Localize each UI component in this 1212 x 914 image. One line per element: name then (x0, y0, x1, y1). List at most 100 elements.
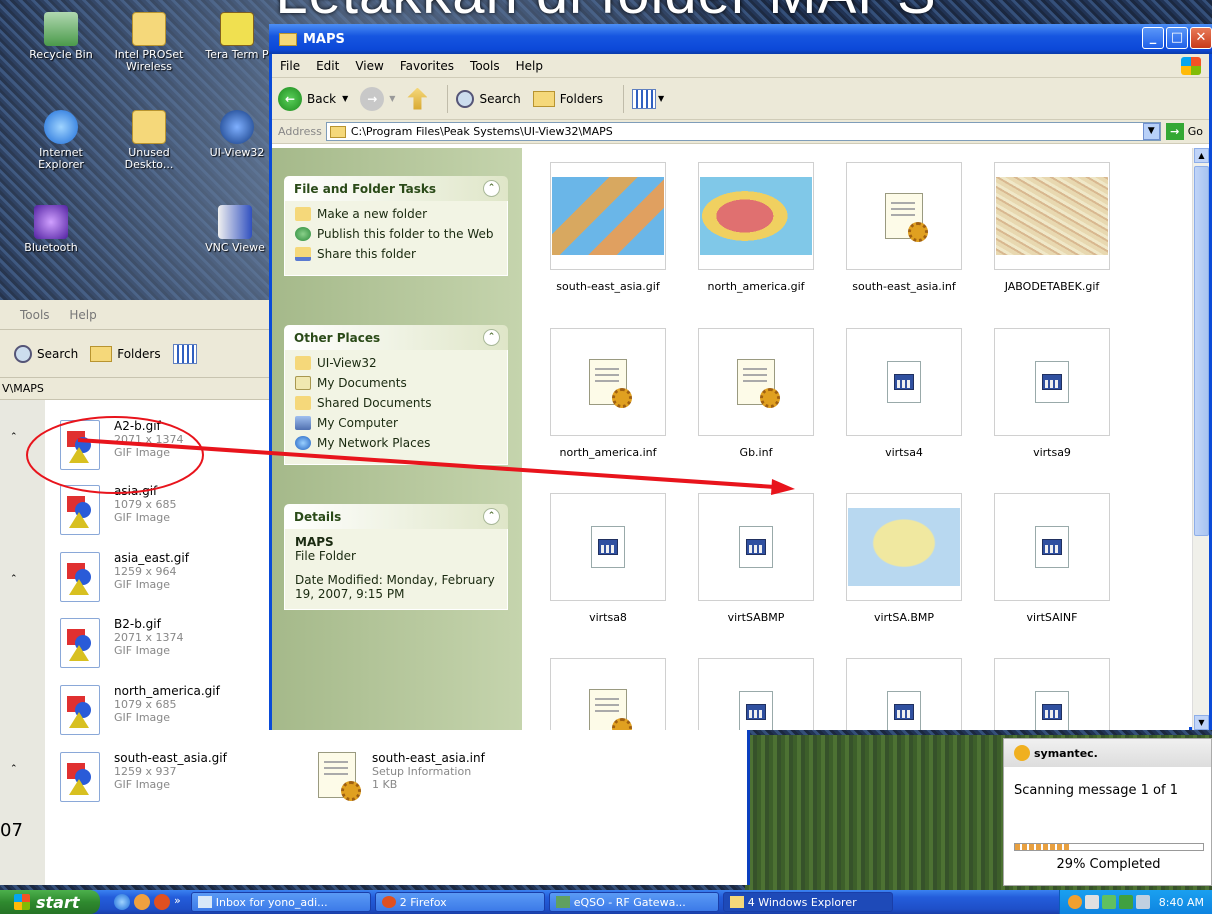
ie-icon[interactable] (114, 894, 130, 910)
collapse-icon[interactable]: ⌃ (483, 329, 500, 346)
file-item[interactable]: virtSA.BMP (834, 493, 974, 624)
window-title: MAPS (303, 31, 345, 47)
file-item[interactable]: virtSAINF (982, 493, 1122, 624)
file-type: GIF Image (114, 578, 171, 591)
menu-tools[interactable]: Tools (470, 59, 500, 73)
chevron-up-icon[interactable]: ⌃ (10, 432, 18, 442)
back-menu-help[interactable]: Help (69, 308, 96, 322)
forward-button[interactable]: → ▼ (360, 86, 395, 111)
address-dropdown[interactable]: ▼ (1142, 123, 1160, 140)
place-my-documents[interactable]: My Documents (295, 376, 499, 390)
back-folders-button[interactable]: Folders (90, 345, 161, 362)
address-field[interactable]: C:\Program Files\Peak Systems\UI-View32\… (325, 122, 1161, 141)
start-button[interactable]: start (0, 890, 100, 914)
place-network[interactable]: My Network Places (295, 436, 499, 450)
file-item[interactable]: virtsa8 (538, 493, 678, 624)
file-item[interactable]: Gb.inf (686, 328, 826, 459)
file-item[interactable] (982, 658, 1122, 730)
tray-icon[interactable] (1084, 895, 1099, 909)
scroll-thumb[interactable] (1194, 166, 1209, 536)
file-folder-tasks-panel: File and Folder Tasks ⌃ Make a new folde… (284, 176, 508, 276)
collapse-icon[interactable]: ⌃ (483, 180, 500, 197)
file-item[interactable] (834, 658, 974, 730)
menu-edit[interactable]: Edit (316, 59, 339, 73)
tray-icon[interactable] (1135, 895, 1150, 909)
task-inbox[interactable]: Inbox for yono_adi... (190, 892, 371, 912)
back-file-item[interactable]: A2-b.gif 2071 x 1374 GIF Image (60, 420, 184, 472)
desktop-icon-internet-explorer[interactable]: Internet Explorer (22, 110, 100, 171)
collapse-icon[interactable]: ⌃ (483, 508, 500, 525)
firefox-icon[interactable] (154, 894, 170, 910)
desktop-icon-vnc-viewer[interactable]: VNC Viewe (196, 205, 274, 254)
file-item[interactable]: virtSABMP (686, 493, 826, 624)
panel-header[interactable]: Details ⌃ (284, 504, 508, 529)
file-name: south-east_asia.inf (372, 751, 485, 765)
place-ui-view32[interactable]: UI-View32 (295, 356, 499, 370)
desktop-icon-recycle-bin[interactable]: Recycle Bin (22, 12, 100, 61)
search-icon (456, 89, 475, 108)
menu-help[interactable]: Help (516, 59, 543, 73)
address-label: Address (278, 125, 322, 138)
desktop-icon-ui-view32[interactable]: UI-View32 (198, 110, 276, 159)
file-item[interactable] (538, 658, 678, 730)
place-shared-documents[interactable]: Shared Documents (295, 396, 499, 410)
chevron-up-icon[interactable]: ⌃ (10, 764, 18, 774)
clock[interactable]: 8:40 AM (1159, 896, 1204, 909)
file-item[interactable]: JABODETABEK.gif (982, 162, 1122, 293)
file-item[interactable]: virtsa4 (834, 328, 974, 459)
search-button[interactable]: Search (456, 89, 521, 108)
back-file-item[interactable]: north_america.gif 1079 x 685 GIF Image (60, 685, 220, 737)
back-menu-tools[interactable]: Tools (20, 308, 50, 322)
place-my-computer[interactable]: My Computer (295, 416, 499, 430)
menu-view[interactable]: View (355, 59, 383, 73)
window-titlebar[interactable]: MAPS _ □ ✕ (269, 24, 1212, 54)
folders-button[interactable]: Folders (532, 90, 603, 107)
file-item[interactable]: virtsa9 (982, 328, 1122, 459)
tray-icon[interactable] (1101, 895, 1116, 909)
chevron-up-icon[interactable]: ⌃ (10, 574, 18, 584)
task-make-folder[interactable]: Make a new folder (295, 207, 499, 221)
file-name: north_america.gif (114, 684, 220, 698)
file-item[interactable]: north_america.inf (538, 328, 678, 459)
bitmap-icon (1035, 361, 1069, 403)
task-firefox[interactable]: 2 Firefox (374, 892, 545, 912)
outlook-icon[interactable] (134, 894, 150, 910)
views-icon[interactable] (172, 343, 197, 364)
panel-header[interactable]: File and Folder Tasks ⌃ (284, 176, 508, 201)
up-button[interactable] (407, 87, 428, 110)
go-button[interactable]: → Go (1165, 123, 1203, 140)
menu-file[interactable]: File (280, 59, 300, 73)
back-file-item[interactable]: asia_east.gif 1259 x 964 GIF Image (60, 552, 189, 604)
file-item[interactable]: south-east_asia.gif (538, 162, 678, 293)
task-eqso[interactable]: eQSO - RF Gatewa... (548, 892, 719, 912)
menu-favorites[interactable]: Favorites (400, 59, 454, 73)
tray-icon[interactable] (1118, 895, 1133, 909)
file-item[interactable]: south-east_asia.inf (834, 162, 974, 293)
back-file-item[interactable]: B2-b.gif 2071 x 1374 GIF Image (60, 618, 184, 670)
desktop-icon-unused-desktop[interactable]: Unused Deskto... (110, 110, 188, 171)
views-button[interactable]: ▼ (632, 88, 664, 109)
back-button[interactable]: ← Back ▼ (278, 86, 348, 111)
desktop-icon-intel-proset[interactable]: Intel PROSet Wireless (110, 12, 188, 73)
panel-header[interactable]: Other Places ⌃ (284, 325, 508, 350)
back-file-item[interactable]: south-east_asia.inf Setup Information 1 … (318, 752, 485, 804)
back-file-item[interactable]: south-east_asia.gif 1259 x 937 GIF Image (60, 752, 227, 804)
file-item[interactable]: north_america.gif (686, 162, 826, 293)
maximize-button[interactable]: □ (1166, 27, 1188, 49)
task-windows-explorer[interactable]: 4 Windows Explorer (722, 892, 893, 912)
desktop-icon-tera-term[interactable]: Tera Term P (198, 12, 276, 61)
close-button[interactable]: ✕ (1190, 27, 1212, 49)
scroll-up-icon[interactable]: ▲ (1194, 148, 1209, 163)
task-publish-web[interactable]: Publish this folder to the Web (295, 227, 499, 241)
chevron-right-icon[interactable]: » (174, 894, 181, 910)
minimize-button[interactable]: _ (1142, 27, 1164, 49)
back-file-item[interactable]: asia.gif 1079 x 685 GIF Image (60, 485, 177, 537)
file-item[interactable] (686, 658, 826, 730)
task-share-folder[interactable]: Share this folder (295, 247, 499, 261)
task-pane: File and Folder Tasks ⌃ Make a new folde… (272, 148, 522, 730)
tray-icon[interactable] (1067, 895, 1082, 909)
desktop-icon-bluetooth[interactable]: Bluetooth (12, 205, 90, 254)
scroll-down-icon[interactable]: ▼ (1194, 715, 1209, 730)
back-search-button[interactable]: Search (14, 344, 78, 363)
vertical-scrollbar[interactable]: ▲ ▼ (1192, 148, 1209, 730)
